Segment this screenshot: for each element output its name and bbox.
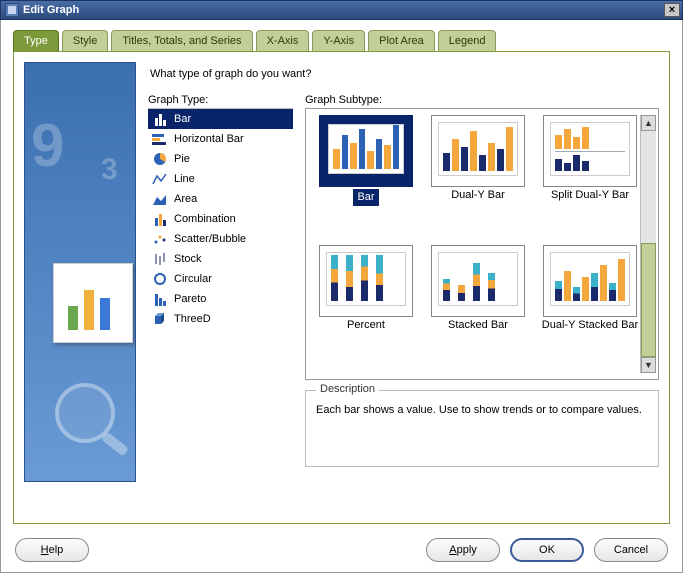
graph-type-label-text: Combination	[174, 213, 236, 225]
prompt-text: What type of graph do you want?	[150, 68, 659, 80]
graph-type-label-text: Line	[174, 173, 195, 185]
graph-type-threed[interactable]: ThreeD	[148, 309, 293, 329]
graph-type-line[interactable]: Line	[148, 169, 293, 189]
side-illustration: 9 3	[24, 62, 136, 482]
tab-content: 9 3 What type of graph do you want? Grap…	[13, 51, 670, 524]
tab-y-axis[interactable]: Y-Axis	[312, 30, 365, 51]
graph-subtype-panel: Bar	[305, 108, 659, 380]
subtype-label: Split Dual-Y Bar	[551, 189, 629, 202]
subtype-label: Percent	[347, 319, 385, 332]
scroll-track-top[interactable]	[641, 131, 656, 243]
tab-style[interactable]: Style	[62, 30, 108, 51]
tab-legend[interactable]: Legend	[438, 30, 497, 51]
graph-type-label-text: Area	[174, 193, 197, 205]
subtype-dual-y-bar[interactable]: Dual-Y Bar	[428, 115, 528, 235]
dialog-button-row: Help Apply OK Cancel	[1, 530, 682, 572]
subtype-percent[interactable]: Percent	[316, 245, 416, 365]
graph-type-label-text: Pareto	[174, 293, 206, 305]
dialog-body: Type Style Titles, Totals, and Series X-…	[0, 20, 683, 573]
area-icon	[152, 192, 168, 206]
graph-type-column: Graph Type: Bar Horizontal	[148, 94, 293, 513]
subtype-label: Bar	[353, 189, 378, 206]
subtype-bar[interactable]: Bar	[316, 115, 416, 235]
graph-type-label-text: Scatter/Bubble	[174, 233, 246, 245]
apply-button[interactable]: Apply	[426, 538, 500, 562]
description-text: Each bar shows a value. Use to show tren…	[316, 403, 648, 418]
tab-type[interactable]: Type	[13, 30, 59, 51]
graph-type-label-text: Pie	[174, 153, 190, 165]
pareto-icon	[152, 292, 168, 306]
graph-type-label-text: Circular	[174, 273, 212, 285]
app-icon	[5, 3, 19, 17]
graph-type-circular[interactable]: Circular	[148, 269, 293, 289]
tab-x-axis[interactable]: X-Axis	[256, 30, 310, 51]
line-icon	[152, 172, 168, 186]
scatter-icon	[152, 232, 168, 246]
scroll-down-button[interactable]: ▼	[641, 357, 656, 373]
graph-type-area[interactable]: Area	[148, 189, 293, 209]
graph-type-pareto[interactable]: Pareto	[148, 289, 293, 309]
threed-icon	[152, 312, 168, 326]
subtype-stacked-bar[interactable]: Stacked Bar	[428, 245, 528, 365]
tab-titles-totals-series[interactable]: Titles, Totals, and Series	[111, 30, 252, 51]
graph-subtype-column: Graph Subtype:	[305, 94, 659, 513]
graph-type-scatter-bubble[interactable]: Scatter/Bubble	[148, 229, 293, 249]
description-box: Description Each bar shows a value. Use …	[305, 390, 659, 467]
combination-icon	[152, 212, 168, 226]
graph-type-label-text: Stock	[174, 253, 202, 265]
graph-type-combination[interactable]: Combination	[148, 209, 293, 229]
titlebar: Edit Graph ×	[0, 0, 683, 20]
help-button[interactable]: Help	[15, 538, 89, 562]
stock-icon	[152, 252, 168, 266]
main-area: What type of graph do you want? Graph Ty…	[148, 62, 659, 513]
description-legend: Description	[316, 383, 379, 395]
cancel-button[interactable]: Cancel	[594, 538, 668, 562]
pie-icon	[152, 152, 168, 166]
graph-type-bar[interactable]: Bar	[148, 109, 293, 129]
scroll-thumb[interactable]	[641, 243, 656, 357]
tab-plot-area[interactable]: Plot Area	[368, 30, 435, 51]
ok-button[interactable]: OK	[510, 538, 584, 562]
graph-type-list: Bar Horizontal Bar Pie	[148, 108, 293, 329]
circular-icon	[152, 272, 168, 286]
horizontal-bar-icon	[152, 132, 168, 146]
subtype-scrollbar[interactable]: ▲ ▼	[640, 115, 656, 373]
window-title: Edit Graph	[23, 4, 79, 16]
subtype-label: Dual-Y Stacked Bar	[542, 319, 638, 332]
close-button[interactable]: ×	[664, 3, 680, 17]
graph-type-label-text: Horizontal Bar	[174, 133, 244, 145]
graph-subtype-label: Graph Subtype:	[305, 94, 659, 106]
graph-type-label-text: ThreeD	[174, 313, 211, 325]
tab-bar: Type Style Titles, Totals, and Series X-…	[1, 20, 682, 51]
bar-icon	[152, 112, 168, 126]
subtype-split-dual-y-bar[interactable]: Split Dual-Y Bar	[540, 115, 640, 235]
subtype-dual-y-stacked-bar[interactable]: Dual-Y Stacked Bar	[540, 245, 640, 365]
scroll-up-button[interactable]: ▲	[641, 115, 656, 131]
graph-type-horizontal-bar[interactable]: Horizontal Bar	[148, 129, 293, 149]
graph-type-label-text: Bar	[174, 113, 191, 125]
subtype-label: Dual-Y Bar	[451, 189, 505, 202]
graph-type-label: Graph Type:	[148, 94, 293, 106]
subtype-label: Stacked Bar	[448, 319, 508, 332]
graph-type-pie[interactable]: Pie	[148, 149, 293, 169]
graph-type-stock[interactable]: Stock	[148, 249, 293, 269]
